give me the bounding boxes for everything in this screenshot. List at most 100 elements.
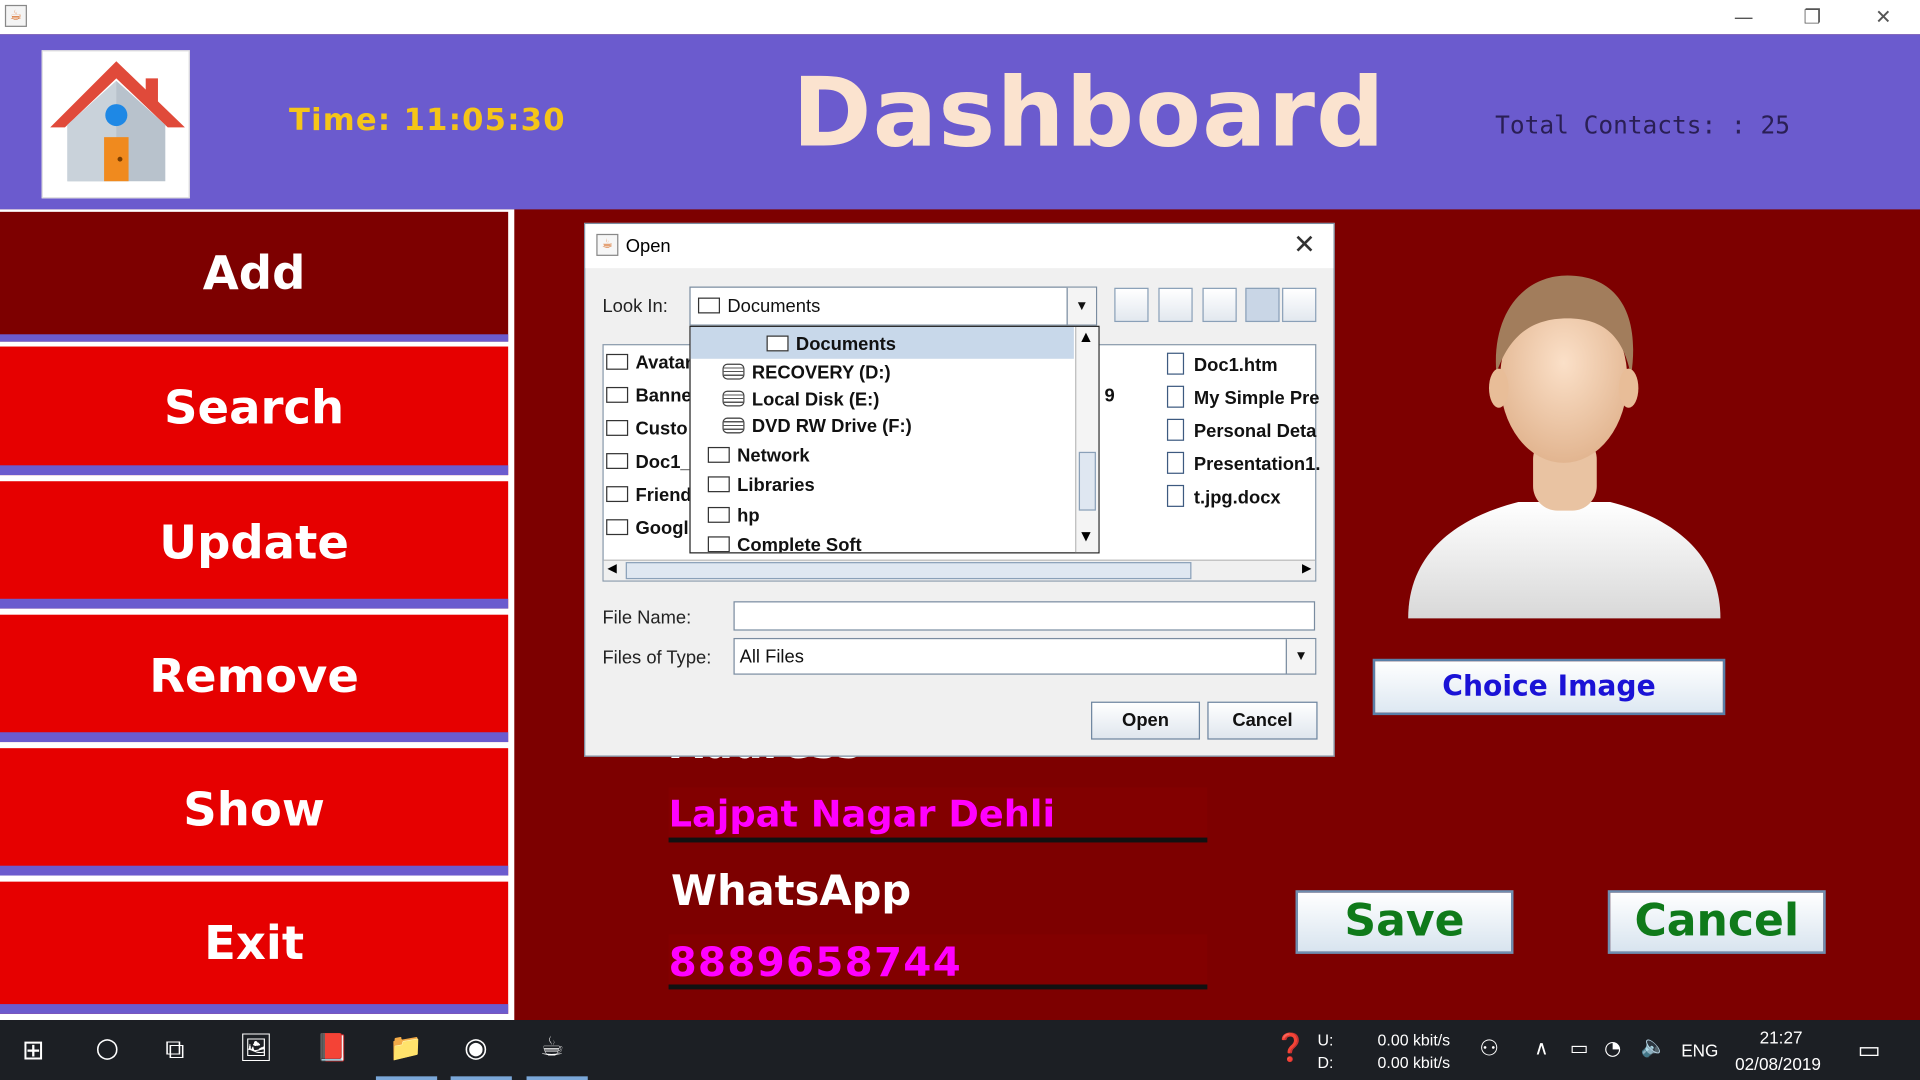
document-icon	[1166, 385, 1185, 408]
search-circle-icon[interactable]: ○	[96, 1033, 120, 1064]
look-in-dropdown-list[interactable]: Documents RECOVERY (D:) Local Disk (E:) …	[689, 325, 1100, 554]
file-name-label: File Name:	[602, 607, 692, 629]
list-item[interactable]: RECOVERY (D:)	[722, 362, 891, 383]
chevron-down-icon[interactable]: ▼	[1066, 287, 1096, 325]
cancel-button[interactable]: Cancel	[1607, 890, 1826, 954]
list-item[interactable]: Banne	[606, 386, 692, 407]
people-icon[interactable]: ⚇	[1479, 1036, 1499, 1062]
dialog-close-icon[interactable]: ✕	[1293, 229, 1316, 261]
list-item[interactable]: Doc1_	[606, 452, 691, 473]
folder-icon	[766, 335, 789, 352]
list-item[interactable]: Personal Deta	[1166, 418, 1316, 442]
java-app-icon[interactable]: ☕	[540, 1032, 564, 1063]
save-button[interactable]: Save	[1295, 890, 1514, 954]
file-explorer-icon[interactable]: 📁	[389, 1033, 423, 1064]
list-item[interactable]: Complete Soft	[707, 535, 862, 553]
folder-icon	[606, 353, 629, 370]
whatsapp-field[interactable]: 8889658744	[668, 934, 1208, 990]
look-in-value: Documents	[727, 296, 821, 318]
eclipse-icon[interactable]: ◉	[464, 1033, 488, 1064]
time-label: Time:	[288, 101, 392, 138]
restore-button[interactable]: ❐	[1788, 2, 1837, 31]
net-up-label: U:	[1317, 1031, 1334, 1050]
disk-icon	[722, 417, 745, 434]
close-button[interactable]: ✕	[1859, 2, 1908, 31]
window-title-bar: ☕ — ❐ ✕	[0, 0, 1920, 35]
net-down-value: 0.00 kbit/s	[1377, 1053, 1451, 1072]
details-view-icon[interactable]	[1282, 287, 1317, 323]
list-item[interactable]: Documents	[766, 334, 896, 355]
list-item[interactable]: Friend	[606, 485, 692, 506]
wifi-icon[interactable]: ◔	[1604, 1036, 1621, 1059]
sidebar: Add Search Update Remove Show Exit	[0, 209, 515, 1021]
list-item[interactable]: DVD RW Drive (F:)	[722, 416, 912, 437]
scroll-down-icon[interactable]: ▼	[1081, 530, 1090, 543]
document-icon	[1166, 484, 1185, 507]
net-up-value: 0.00 kbit/s	[1377, 1031, 1451, 1050]
scroll-up-icon[interactable]: ▲	[1081, 331, 1090, 344]
document-icon	[1166, 451, 1185, 474]
sidebar-item-search[interactable]: Search	[0, 346, 509, 476]
horizontal-scrollbar[interactable]: ◀ ▶	[603, 559, 1316, 581]
vertical-scrollbar[interactable]: ▲ ▼	[1075, 326, 1099, 553]
clock-date[interactable]: 02/08/2019	[1735, 1054, 1821, 1074]
list-view-icon[interactable]	[1245, 287, 1280, 323]
look-in-label: Look In:	[602, 296, 668, 318]
volume-icon[interactable]: 🔈	[1641, 1035, 1667, 1059]
folder-icon	[707, 536, 730, 553]
sidebar-item-add[interactable]: Add	[0, 211, 509, 342]
header-bar: Time: 11:05:30 Dashboard Total Contacts: …	[0, 34, 1920, 210]
list-item[interactable]: Local Disk (E:)	[722, 389, 879, 410]
look-in-select[interactable]: Documents ▼	[689, 286, 1098, 326]
list-item[interactable]: My Simple Pre	[1166, 385, 1319, 409]
battery-icon[interactable]: ▭	[1570, 1036, 1589, 1059]
list-item[interactable]: Network	[707, 446, 810, 467]
image-viewer-icon[interactable]: 🖼	[239, 1033, 273, 1064]
scrollbar-thumb[interactable]	[1078, 451, 1096, 511]
windows-start-icon[interactable]: ⊞	[22, 1036, 45, 1067]
files-of-type-select[interactable]: All Files ▼	[733, 637, 1317, 675]
up-one-level-icon[interactable]	[1114, 287, 1149, 323]
sidebar-item-show[interactable]: Show	[0, 748, 509, 876]
address-field[interactable]: Lajpat Nagar Dehli	[668, 787, 1208, 843]
new-folder-icon[interactable]	[1202, 287, 1237, 323]
list-item[interactable]: 9	[1104, 386, 1114, 407]
task-view-icon[interactable]: ⧉	[165, 1035, 184, 1066]
scrollbar-thumb[interactable]	[625, 562, 1192, 580]
list-item[interactable]: Custo	[606, 419, 688, 440]
home-logo-icon[interactable]	[41, 50, 190, 199]
file-name-input[interactable]	[733, 601, 1316, 631]
avatar-placeholder-icon	[1396, 263, 1733, 630]
help-icon[interactable]: ❓	[1273, 1033, 1307, 1064]
clock-time[interactable]: 21:27	[1760, 1027, 1803, 1047]
minimize-button[interactable]: —	[1719, 2, 1768, 31]
dialog-open-button[interactable]: Open	[1091, 701, 1201, 740]
notebook-app-icon[interactable]: 📕	[316, 1033, 350, 1064]
folder-icon	[707, 506, 730, 523]
list-item[interactable]: Googl	[606, 518, 689, 539]
list-item[interactable]: Presentation1.	[1166, 451, 1320, 475]
java-app-icon: ☕	[4, 4, 27, 27]
language-indicator[interactable]: ENG	[1681, 1041, 1718, 1061]
dialog-cancel-button[interactable]: Cancel	[1207, 701, 1318, 740]
list-item[interactable]: t.jpg.docx	[1166, 484, 1281, 508]
choice-image-button[interactable]: Choice Image	[1372, 658, 1726, 716]
scroll-right-icon[interactable]: ▶	[1302, 562, 1311, 575]
chevron-up-icon[interactable]: ∧	[1534, 1036, 1548, 1059]
list-item[interactable]: Avatar	[606, 353, 692, 373]
folder-icon	[606, 486, 629, 503]
home-icon[interactable]	[1158, 287, 1193, 323]
list-item[interactable]: Doc1.htm	[1166, 352, 1278, 376]
list-item[interactable]: hp	[707, 506, 760, 527]
total-contacts: Total Contacts: : 25	[1495, 110, 1791, 140]
page-title: Dashboard	[792, 58, 1386, 169]
notification-icon[interactable]: ▭	[1858, 1035, 1881, 1064]
sidebar-item-remove[interactable]: Remove	[0, 614, 509, 743]
list-item[interactable]: Libraries	[707, 475, 815, 496]
sidebar-item-update[interactable]: Update	[0, 481, 509, 609]
folder-icon	[606, 453, 629, 469]
sidebar-item-exit[interactable]: Exit	[0, 881, 509, 1014]
folder-icon	[606, 519, 629, 536]
scroll-left-icon[interactable]: ◀	[607, 562, 616, 575]
chevron-down-icon[interactable]: ▼	[1285, 639, 1316, 674]
